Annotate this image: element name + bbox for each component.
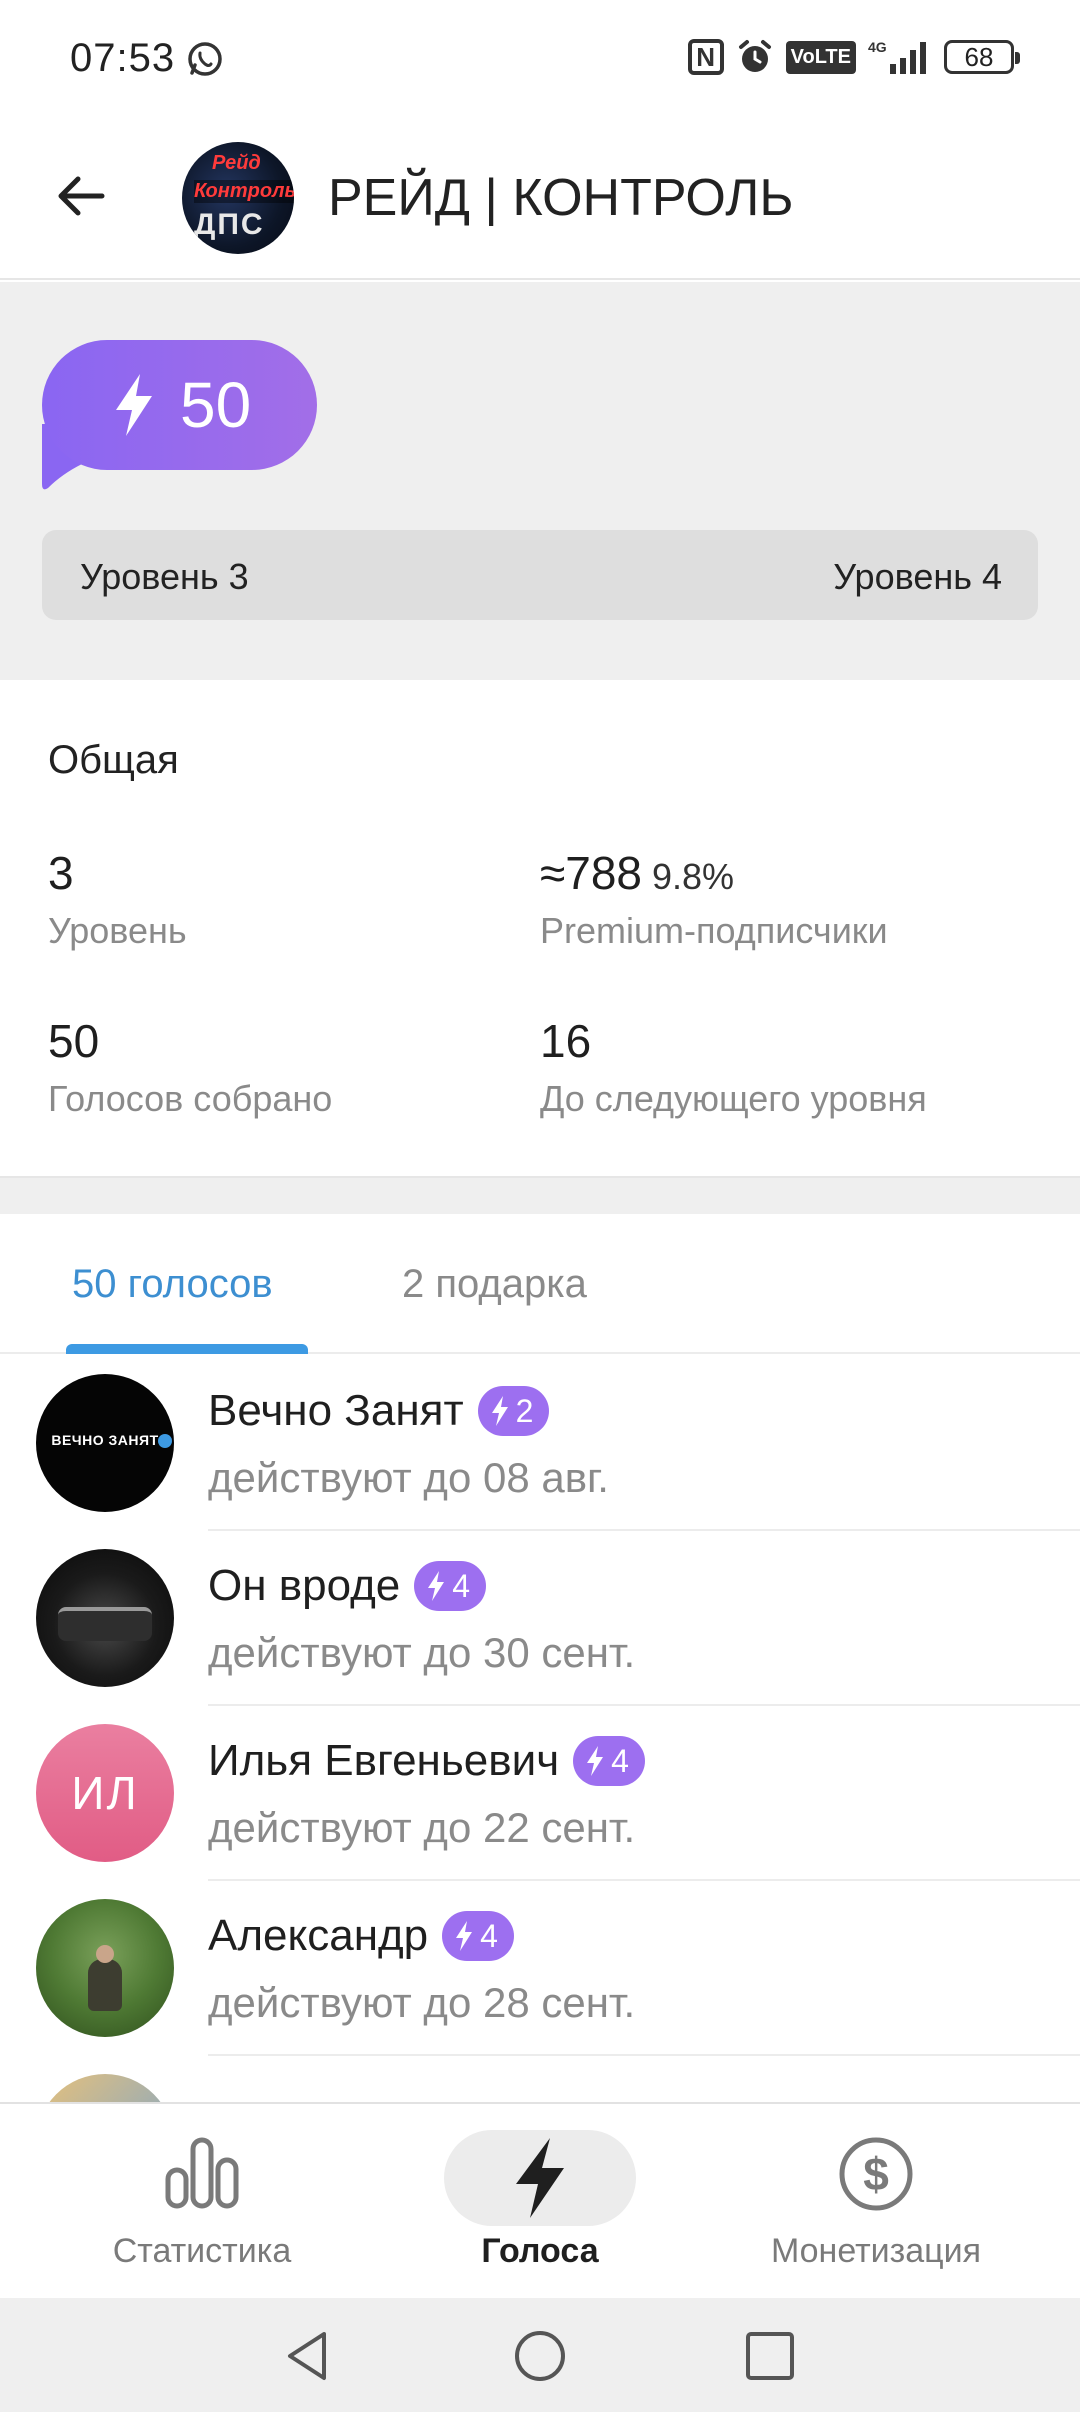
section-title: Общая bbox=[48, 738, 179, 782]
nav-votes[interactable]: Голоса bbox=[390, 2104, 690, 2300]
avatar-text: ВЕЧНО ЗАНЯТ bbox=[51, 1432, 159, 1448]
dollar-circle-icon: $ bbox=[839, 2137, 913, 2211]
status-time: 07:53 bbox=[70, 36, 176, 80]
nav-label: Монетизация bbox=[770, 2232, 982, 2270]
avatar-text: Контроль bbox=[194, 180, 294, 203]
current-level: Уровень 3 bbox=[80, 556, 249, 597]
back-arrow-icon[interactable] bbox=[52, 166, 112, 226]
avatar-text: ДПС bbox=[194, 208, 265, 241]
boost-count: 4 bbox=[452, 1567, 471, 1604]
avatar-initials: ИЛ bbox=[71, 1767, 139, 1819]
stat-to-next-level: 16 До следующего уровня bbox=[540, 1014, 927, 1120]
lightning-icon bbox=[587, 1746, 604, 1776]
avatar: ИЛ bbox=[36, 1724, 174, 1862]
status-icons: N VoLTE 4G 68 bbox=[687, 38, 1020, 76]
booster-expiry: действуют до 28 сент. bbox=[208, 1979, 636, 2026]
verified-icon bbox=[158, 1434, 172, 1448]
list-item[interactable]: Он вроде 4 действуют до 30 сент. bbox=[0, 1531, 1080, 1706]
lightning-icon bbox=[456, 1921, 473, 1951]
boost-panel: 50 Уровень 3 Уровень 4 bbox=[0, 282, 1080, 680]
booster-expiry: действуют до 30 сент. bbox=[208, 1629, 636, 1676]
stat-premium: ≈788 9.8% Premium-подписчики bbox=[540, 846, 888, 952]
recents-icon[interactable] bbox=[742, 2328, 798, 2384]
boost-count: 2 bbox=[515, 1392, 534, 1429]
boost-count: 4 bbox=[611, 1742, 629, 1779]
boost-badge: 4 bbox=[414, 1561, 487, 1611]
avatar-image bbox=[58, 1607, 152, 1641]
next-level: Уровень 4 bbox=[833, 556, 1002, 597]
list-item[interactable]: ИЛ Илья Евгеньевич 4 действуют до 22 сен… bbox=[0, 1706, 1080, 1881]
avatar-image bbox=[88, 1959, 122, 2011]
app-header: Рейд Контроль ДПС РЕЙД | КОНТРОЛЬ bbox=[0, 120, 1080, 280]
stat-value: ≈788 bbox=[540, 847, 642, 899]
stat-value: 16 bbox=[540, 1015, 592, 1067]
stat-label: До следующего уровня bbox=[540, 1078, 927, 1119]
booster-expiry: действуют до 08 авг. bbox=[208, 1454, 609, 1501]
channel-avatar[interactable]: Рейд Контроль ДПС bbox=[182, 142, 294, 254]
svg-text:$: $ bbox=[863, 2148, 889, 2200]
stat-percent: 9.8% bbox=[652, 856, 735, 897]
booster-name: Александр bbox=[208, 1911, 429, 1960]
boost-badge: 4 bbox=[573, 1736, 645, 1786]
nav-statistics[interactable]: Статистика bbox=[52, 2104, 352, 2300]
lightning-icon bbox=[428, 1571, 445, 1601]
stat-value: 3 bbox=[48, 847, 74, 899]
boost-count-bubble: 50 bbox=[42, 340, 317, 470]
lightning-icon bbox=[516, 2138, 564, 2218]
lightning-icon bbox=[491, 1396, 508, 1426]
system-navigation bbox=[0, 2298, 1080, 2412]
boost-count: 50 bbox=[180, 369, 252, 441]
avatar bbox=[36, 1899, 174, 2037]
stat-label: Уровень bbox=[48, 910, 187, 951]
bottom-navigation: Статистика Голоса $ Монетизация bbox=[0, 2102, 1080, 2298]
back-icon[interactable] bbox=[280, 2328, 336, 2384]
bar-chart-icon bbox=[165, 2137, 239, 2209]
tabs-bar: 50 голосов 2 подарка bbox=[0, 1214, 1080, 1354]
battery-icon: 68 bbox=[944, 40, 1020, 74]
whatsapp-icon bbox=[188, 42, 222, 76]
stat-value: 50 bbox=[48, 1015, 100, 1067]
booster-name: Вечно Занят bbox=[208, 1386, 464, 1435]
channel-title[interactable]: РЕЙД | КОНТРОЛЬ bbox=[328, 168, 794, 228]
level-progress-bar: Уровень 3 Уровень 4 bbox=[42, 530, 1038, 620]
avatar bbox=[36, 1549, 174, 1687]
boost-count: 4 bbox=[480, 1917, 498, 1954]
avatar-text: Рейд bbox=[212, 152, 261, 174]
avatar-image bbox=[96, 1945, 114, 1963]
status-bar: 07:53 N VoLTE 4G 68 bbox=[0, 0, 1080, 120]
avatar: ВЕЧНО ЗАНЯТ bbox=[36, 1374, 174, 1512]
booster-name: Илья Евгеньевич bbox=[208, 1736, 560, 1785]
boost-badge: 2 bbox=[477, 1386, 550, 1436]
tab-votes[interactable]: 50 голосов bbox=[72, 1262, 273, 1307]
nfc-icon: N bbox=[687, 39, 724, 75]
nav-label: Голоса bbox=[481, 2232, 599, 2270]
signal-4g-icon: 4G bbox=[868, 39, 926, 74]
booster-list: ВЕЧНО ЗАНЯТ Вечно Занят 2 действуют до 0… bbox=[0, 1356, 1080, 2231]
booster-name: Он вроде bbox=[208, 1561, 401, 1610]
stat-votes: 50 Голосов собрано bbox=[48, 1014, 332, 1120]
stat-label: Голосов собрано bbox=[48, 1078, 333, 1119]
booster-expiry: действуют до 22 сент. bbox=[208, 1804, 636, 1851]
list-item[interactable]: ВЕЧНО ЗАНЯТ Вечно Занят 2 действуют до 0… bbox=[0, 1356, 1080, 1531]
tab-gifts[interactable]: 2 подарка bbox=[402, 1262, 587, 1307]
home-icon[interactable] bbox=[512, 2328, 568, 2384]
nav-monetization[interactable]: $ Монетизация bbox=[726, 2104, 1026, 2300]
overview-section: Общая 3 Уровень ≈788 9.8% Premium-подписч… bbox=[0, 680, 1080, 1178]
nav-label: Статистика bbox=[112, 2232, 292, 2270]
alarm-icon bbox=[738, 40, 771, 72]
tab-indicator bbox=[66, 1344, 308, 1354]
list-item[interactable]: Александр 4 действуют до 28 сент. bbox=[0, 1881, 1080, 2056]
stat-level: 3 Уровень bbox=[48, 846, 187, 952]
volte-icon: VoLTE bbox=[785, 40, 856, 74]
section-gap bbox=[0, 1178, 1080, 1214]
stat-label: Premium-подписчики bbox=[540, 910, 888, 951]
svg-text:4G: 4G bbox=[868, 39, 887, 55]
boost-badge: 4 bbox=[442, 1911, 514, 1961]
lightning-icon bbox=[116, 374, 152, 436]
